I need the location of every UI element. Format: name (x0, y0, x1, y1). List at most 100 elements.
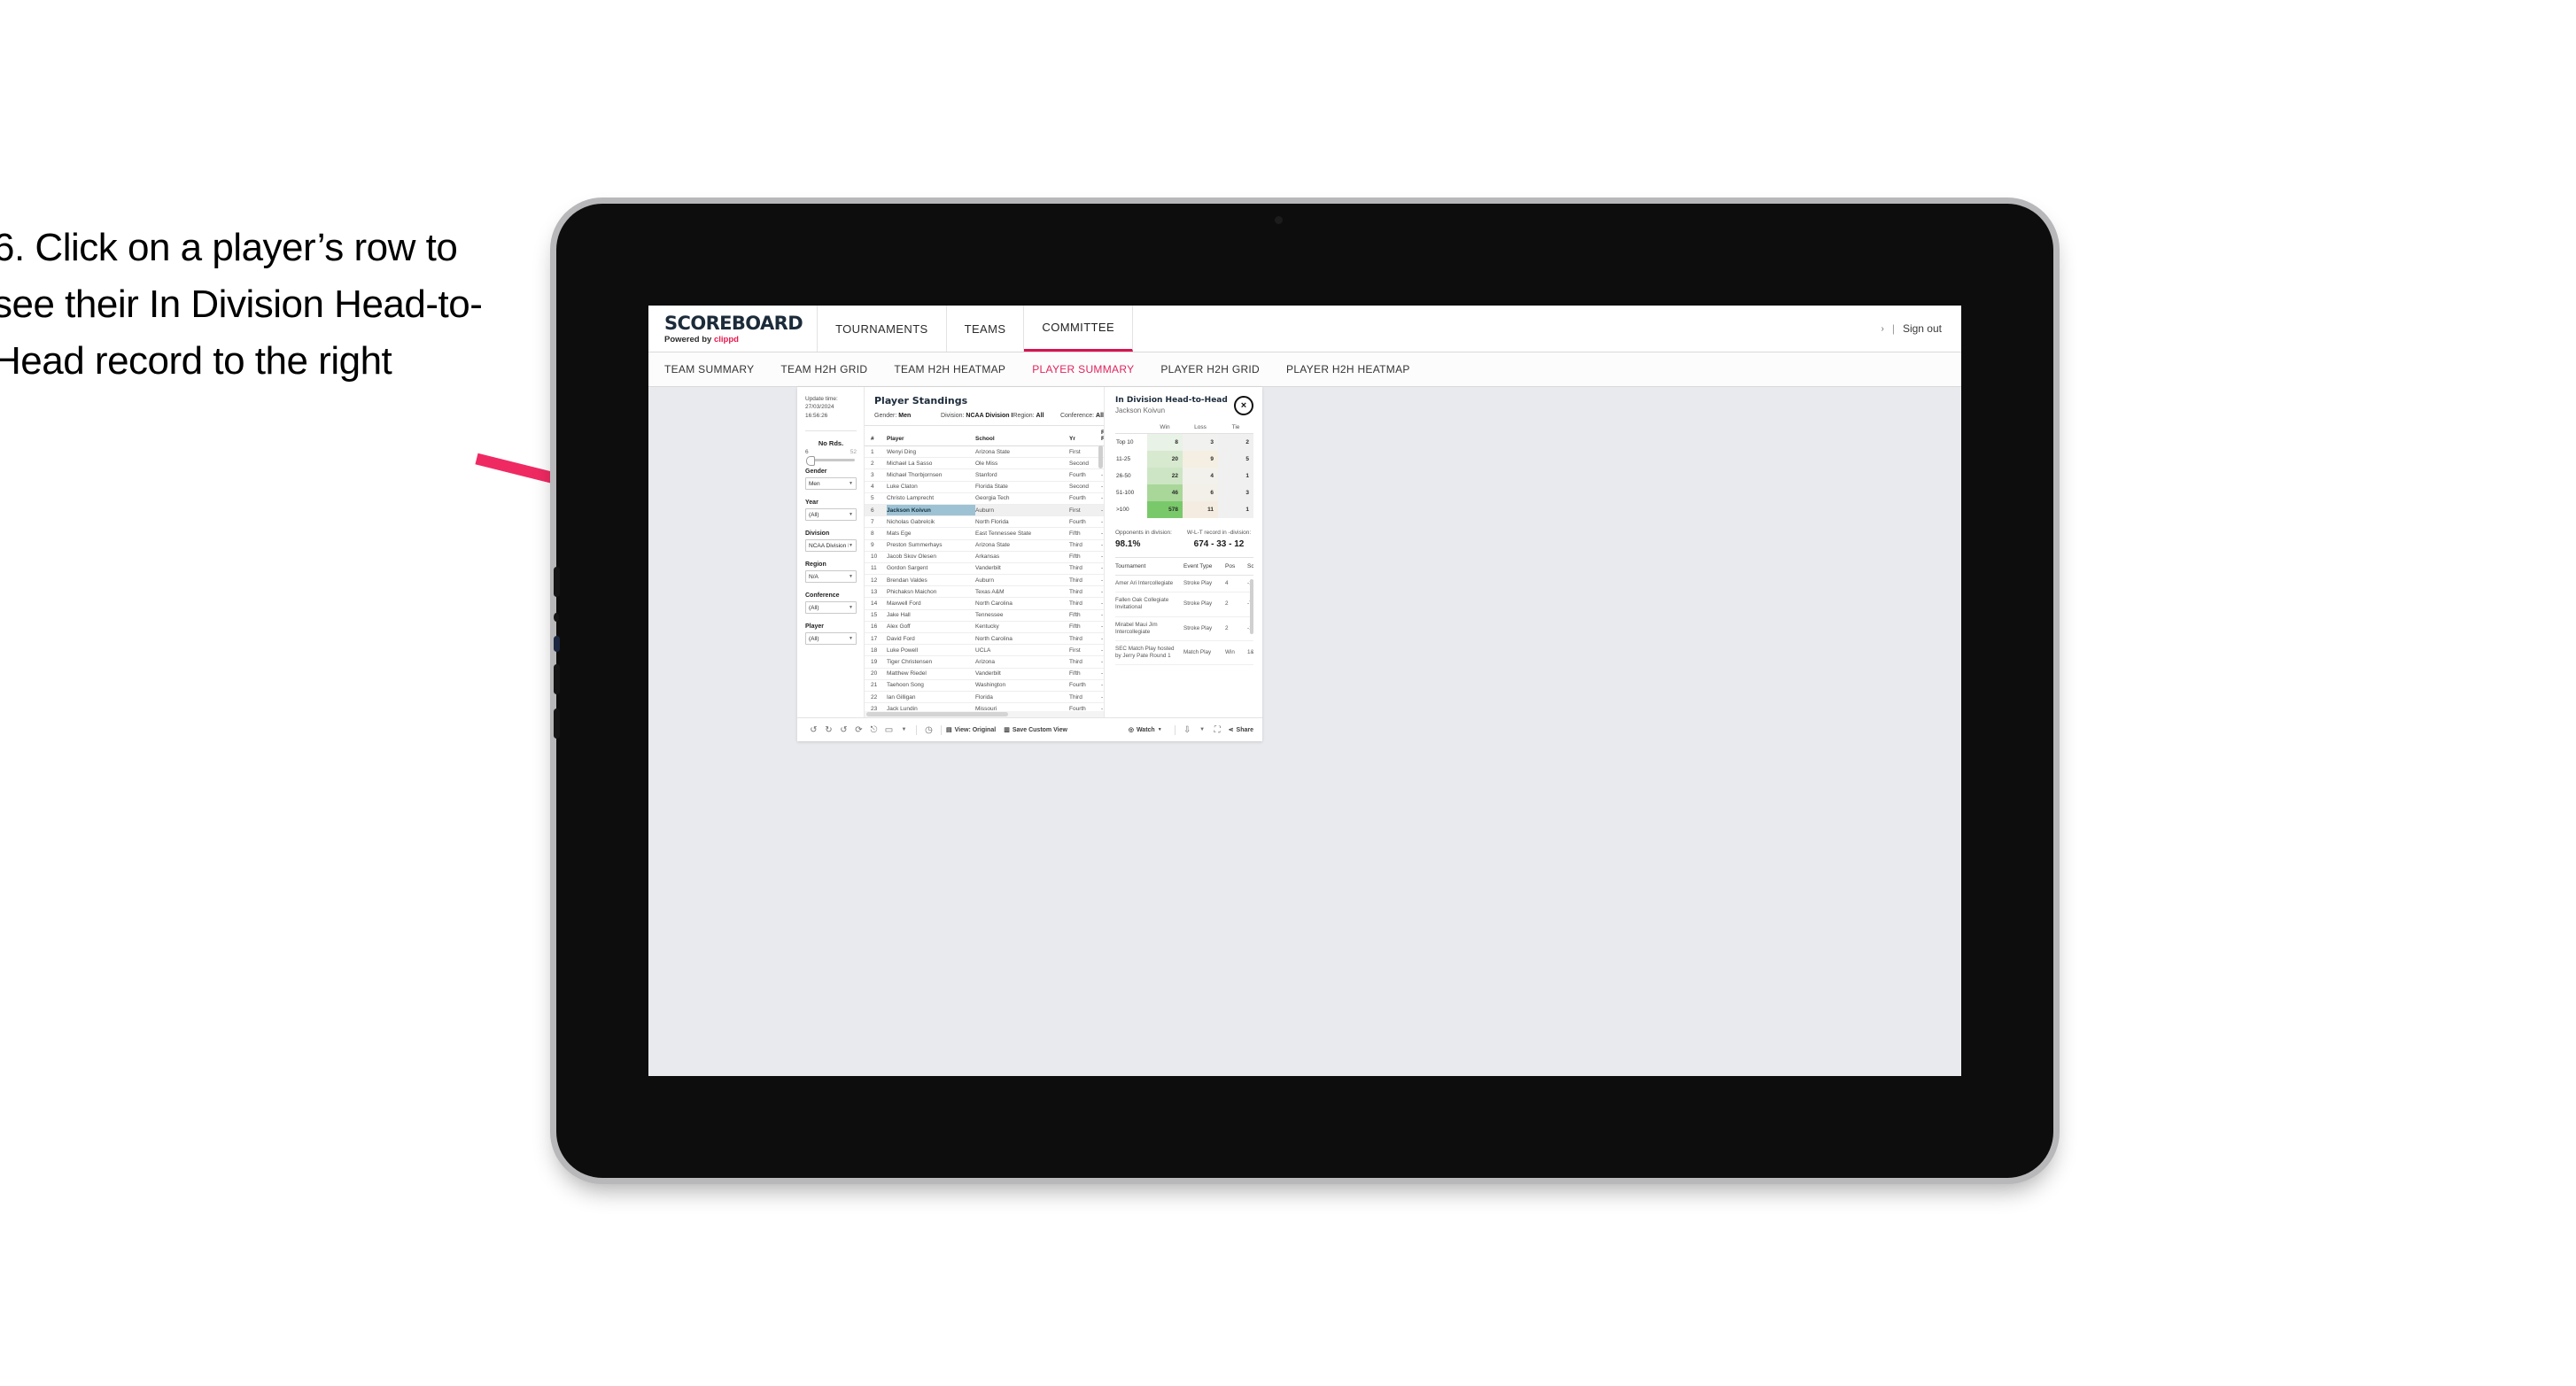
h2h-tie-cell[interactable]: 1 (1218, 468, 1253, 484)
filter-region-select[interactable]: N/A ▼ (805, 570, 857, 584)
close-icon[interactable]: × (1234, 396, 1253, 415)
filter-division-select[interactable]: NCAA Division I ▼ (805, 539, 857, 553)
h2h-loss-cell[interactable]: 6 (1183, 484, 1218, 501)
view-original-button[interactable]: ▤ View: Original (946, 726, 996, 734)
table-row[interactable]: 1Wenyi DingArizona StateFirst-1151 (865, 445, 1104, 459)
pause-icon[interactable]: ⎋ (866, 725, 881, 735)
table-row[interactable]: 20Matthew RiedelVanderbiltFifth-9230 (865, 668, 1104, 680)
device-button-1[interactable] (554, 567, 560, 597)
h2h-tie-cell[interactable]: 1 (1218, 501, 1253, 518)
table-row[interactable]: 13Phichaksn MaichonTexas A&MThird-6301 (865, 585, 1104, 599)
save-custom-view-button[interactable]: ▥ Save Custom View (1004, 726, 1067, 734)
tournament-row[interactable]: Fallen Oak Collegiate Invitational Stroke… (1115, 592, 1253, 617)
table-row[interactable]: 19Tiger ChristensenArizonaThird-5232 (865, 655, 1104, 669)
h2h-loss-cell[interactable]: 11 (1183, 501, 1218, 518)
table-row[interactable]: 22Ian GilliganFloridaThird-10241 (865, 691, 1104, 704)
filter-gender-select[interactable]: Men ▼ (805, 477, 857, 491)
fullscreen-icon[interactable]: ⛶ (1210, 725, 1225, 735)
h2h-tie-cell[interactable]: 2 (1218, 433, 1253, 451)
table-row[interactable]: 2Michael La SassoOle MissSecond-1180 (865, 457, 1104, 470)
tab-player-h2h-grid[interactable]: PLAYER H2H GRID (1160, 363, 1260, 376)
col-rank[interactable]: # (865, 426, 887, 446)
meta-region: Region: All (1013, 413, 1060, 419)
table-row[interactable]: 21Taehoon SongWashingtonFourth-6231 (865, 679, 1104, 692)
h2h-tie-cell[interactable]: 5 (1218, 451, 1253, 468)
table-horizontal-scrollbar[interactable] (865, 711, 1104, 717)
alert-icon[interactable]: ◷ (921, 725, 936, 735)
device-button-5[interactable] (554, 708, 560, 739)
tournament-scrollbar[interactable] (1250, 579, 1253, 634)
table-row[interactable]: 5Christo LamprechtGeorgia TechFourth-221… (865, 492, 1104, 505)
table-row[interactable]: 16Alex GoffKentuckyFifth-8190 (865, 621, 1104, 634)
highlight-icon[interactable]: ▭ (881, 725, 896, 735)
cell-yr: Third (1069, 585, 1101, 599)
table-row[interactable]: 10Jacob Skov OlesenArkansasFifth-3230 (865, 551, 1104, 563)
table-row[interactable]: 3Michael ThorbjornsenStanfordFourth-291 (865, 468, 1104, 482)
h2h-loss-cell[interactable]: 4 (1183, 468, 1218, 484)
col-player[interactable]: Player (887, 426, 975, 446)
tab-player-h2h-heatmap[interactable]: PLAYER H2H HEATMAP (1286, 363, 1410, 376)
tournament-row[interactable]: Amer Ari IntercollegiateStroke Play4-17 (1115, 575, 1253, 593)
device-button-2[interactable] (554, 613, 559, 622)
filter-player-select[interactable]: (All) ▼ (805, 632, 857, 646)
table-row[interactable]: 17David FordNorth CarolinaThird-4211 (865, 632, 1104, 646)
filter-year-select[interactable]: (All) ▼ (805, 508, 857, 522)
table-row[interactable]: 11Gordon SargentVanderbiltThird-4210 (865, 562, 1104, 576)
device-button-3[interactable] (554, 636, 560, 652)
refresh-icon[interactable]: ⟳ (851, 725, 866, 735)
table-row[interactable]: 12Brendan ValdesAuburnThird-5270 (865, 574, 1104, 587)
filter-conference-select[interactable]: (All) ▼ (805, 601, 857, 615)
cell-school: Vanderbilt (975, 562, 1069, 576)
h2h-win-cell[interactable]: 46 (1147, 484, 1183, 501)
tournament-row[interactable]: Mirabel Maui Jim Intercollegiate Stroke P… (1115, 616, 1253, 641)
col-reg-rank[interactable]: Reg Rank (1101, 426, 1104, 446)
table-row[interactable]: 4Luke ClatonFlorida StateSecond-1272 (865, 481, 1104, 493)
undo-icon[interactable]: ↺ (806, 725, 821, 735)
tab-player-summary[interactable]: PLAYER SUMMARY (1032, 363, 1134, 376)
table-row[interactable]: 23Jack LundinMissouriFourth-11240 (865, 702, 1104, 711)
h2h-tie-cell[interactable]: 3 (1218, 484, 1253, 501)
sign-out-link[interactable]: Sign out (1903, 322, 1942, 335)
revert-icon[interactable]: ↺ (836, 725, 851, 735)
col-school[interactable]: School (975, 426, 1069, 446)
table-row[interactable]: 14Maxwell FordNorth CarolinaThird-3230 (865, 597, 1104, 610)
table-row[interactable]: 15Jake HallTennesseeFifth-7180 (865, 609, 1104, 622)
h2h-win-cell[interactable]: 22 (1147, 468, 1183, 484)
table-row[interactable]: 7Nicholas GabrelcikNorth FloridaFourth-1… (865, 515, 1104, 529)
meta-conference: Conference: All (1060, 413, 1104, 419)
table-row[interactable]: 6Jackson KoivunAuburnFirst-2271 (865, 504, 1104, 517)
cell-reg-rank: - (1101, 679, 1104, 692)
col-yr[interactable]: Yr (1069, 426, 1101, 446)
caret-down-icon[interactable]: ▼ (1195, 727, 1210, 732)
download-icon[interactable]: ⇩ (1180, 725, 1195, 735)
h2h-loss-cell[interactable]: 9 (1183, 451, 1218, 468)
watch-button[interactable]: ◎ Watch ▼ (1129, 726, 1162, 734)
h2h-win-cell[interactable]: 8 (1147, 433, 1183, 451)
table-vertical-scrollbar[interactable] (1098, 445, 1103, 468)
nav-tournaments[interactable]: TOURNAMENTS (818, 306, 947, 352)
table-row[interactable]: 9Preston SummerhaysArizona StateThird-32… (865, 539, 1104, 552)
h2h-row: 11-25 20 9 5 (1115, 451, 1253, 468)
no-rounds-slider[interactable]: No Rds. 6 52 (805, 439, 857, 467)
tournament-row[interactable]: SEC Match Play hosted by Jerry Pate Roun… (1115, 640, 1253, 666)
nav-teams[interactable]: TEAMS (947, 306, 1025, 352)
table-row[interactable]: 18Luke PowellUCLAFirst-4241 (865, 644, 1104, 657)
caret-down-icon[interactable]: ▼ (896, 727, 912, 732)
h2h-win-cell[interactable]: 578 (1147, 501, 1183, 518)
tab-team-h2h-heatmap[interactable]: TEAM H2H HEATMAP (894, 363, 1005, 376)
chevron-down-icon: ▼ (849, 512, 853, 518)
slider-track[interactable] (806, 456, 855, 467)
redo-icon[interactable]: ↻ (821, 725, 836, 735)
brand-logo[interactable]: SCOREBOARD Powered by clippd (648, 306, 819, 352)
device-button-4[interactable] (554, 664, 560, 694)
chevron-right-icon[interactable]: › (1881, 324, 1883, 334)
h2h-loss-cell[interactable]: 3 (1183, 433, 1218, 451)
nav-committee[interactable]: COMMITTEE (1024, 306, 1134, 352)
tab-team-summary[interactable]: TEAM SUMMARY (664, 363, 754, 376)
tab-team-h2h-grid[interactable]: TEAM H2H GRID (780, 363, 867, 376)
watch-label: Watch (1136, 726, 1155, 733)
share-button[interactable]: ⋖ Share (1229, 726, 1253, 734)
slider-handle[interactable] (806, 456, 815, 467)
h2h-win-cell[interactable]: 20 (1147, 451, 1183, 468)
table-row[interactable]: 8Mats EgeEast Tennessee StateFifth-1242 (865, 527, 1104, 540)
